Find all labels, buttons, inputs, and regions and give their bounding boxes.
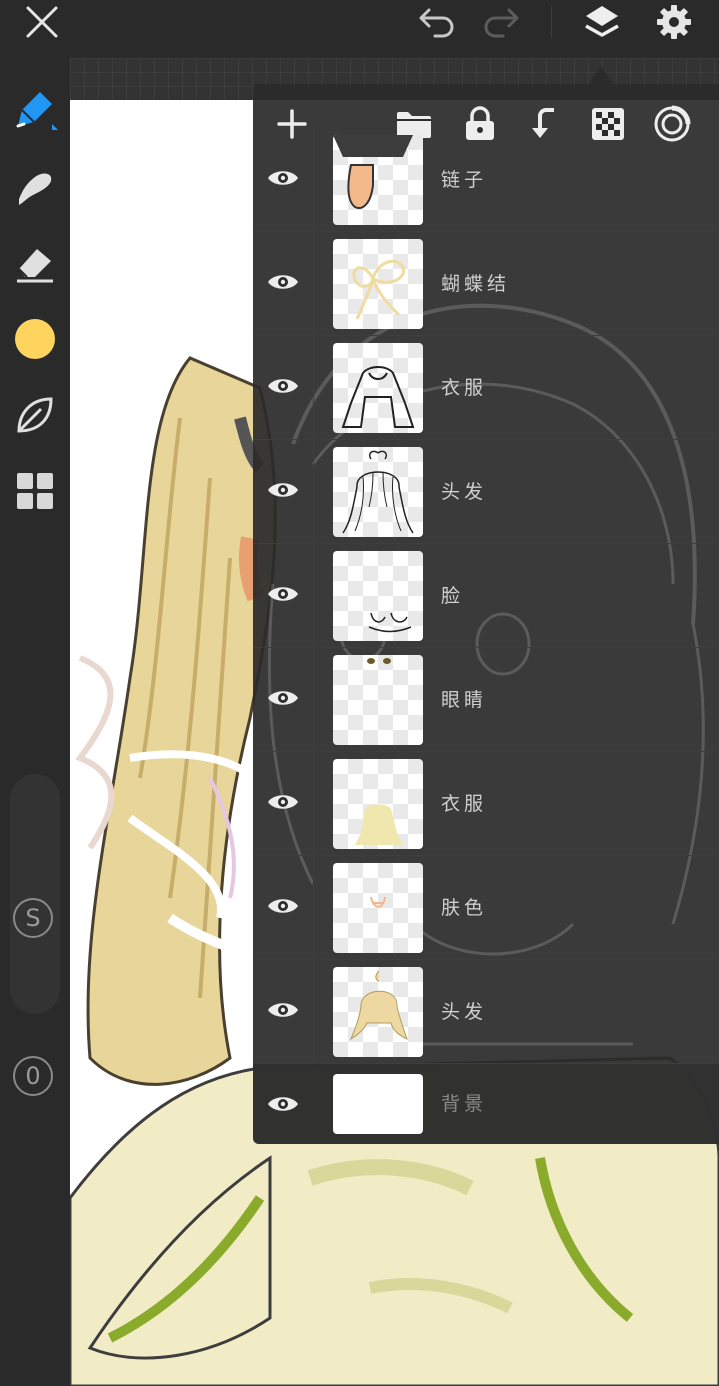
layer-divider [313,128,314,231]
color-swatch[interactable] [10,314,60,364]
undo-icon[interactable] [414,2,460,42]
layer-divider [313,752,314,855]
eye-icon[interactable] [263,158,303,198]
layer-row[interactable]: 肤色 [253,856,719,960]
eye-icon[interactable] [263,678,303,718]
layer-name: 眼睛 [441,689,488,711]
layer-thumbnail [333,551,423,641]
layer-row[interactable]: 眼睛 [253,648,719,752]
layer-thumbnail [333,447,423,537]
layer-divider [313,544,314,647]
layer-name: 头发 [441,481,488,503]
layer-thumbnail [333,863,423,953]
gallery-grid-icon[interactable] [10,466,60,516]
smudge-icon[interactable] [10,162,60,212]
layer-row-background[interactable]: 背景 [253,1064,719,1144]
layer-thumbnail [333,1074,423,1134]
layer-divider [313,648,314,751]
eye-icon[interactable] [263,470,303,510]
layer-name: 衣服 [441,793,488,815]
layer-thumbnail [333,239,423,329]
close-icon[interactable] [20,2,64,42]
layers-panel-pointer [589,66,613,84]
layer-divider [313,856,314,959]
layer-thumbnail [333,967,423,1057]
blend-leaf-icon[interactable] [10,390,60,440]
eye-icon[interactable] [263,366,303,406]
eye-icon[interactable] [263,990,303,1030]
layer-thumbnail [333,135,423,225]
top-bar [0,0,719,58]
toolbar-divider [551,6,552,38]
eye-icon[interactable] [263,574,303,614]
layer-divider [313,232,314,335]
opacity-slider[interactable] [10,1038,60,1048]
layer-name: 脸 [441,585,465,607]
layer-row[interactable]: 链子 [253,128,719,232]
layers-panel: 链子 蝴蝶结 衣服 头发 脸 眼睛 衣服 肤色 头发 背景 [253,84,719,1144]
settings-icon[interactable] [650,0,698,44]
brush-size-label: S [25,904,41,932]
eye-icon[interactable] [263,1084,303,1124]
opacity-badge[interactable]: 0 [13,1056,53,1096]
layer-thumbnail [333,655,423,745]
eye-icon[interactable] [263,262,303,302]
brush-size-badge[interactable]: S [13,898,53,938]
tool-sidebar: S 0 [0,58,70,1386]
layer-row[interactable]: 头发 [253,440,719,544]
eye-icon[interactable] [263,782,303,822]
layer-row[interactable]: 衣服 [253,336,719,440]
layer-divider [313,336,314,439]
opacity-label: 0 [25,1062,41,1090]
layer-row[interactable]: 衣服 [253,752,719,856]
layer-name: 衣服 [441,377,488,399]
layer-row[interactable]: 头发 [253,960,719,1064]
layer-name: 头发 [441,1001,488,1023]
layer-name: 链子 [441,169,488,191]
layer-row[interactable]: 蝴蝶结 [253,232,719,336]
layer-divider [313,960,314,1063]
layer-thumbnail [333,343,423,433]
pen-icon[interactable] [10,84,60,134]
layer-name: 背景 [441,1093,488,1115]
eye-icon[interactable] [263,886,303,926]
layer-divider [313,440,314,543]
layer-thumbnail [333,759,423,849]
layer-name: 肤色 [441,897,488,919]
layer-row[interactable]: 脸 [253,544,719,648]
layers-icon[interactable] [578,0,626,44]
layer-name: 蝴蝶结 [441,273,511,295]
brush-size-slider[interactable] [10,774,60,1014]
redo-icon[interactable] [478,2,524,42]
eraser-icon[interactable] [10,238,60,288]
